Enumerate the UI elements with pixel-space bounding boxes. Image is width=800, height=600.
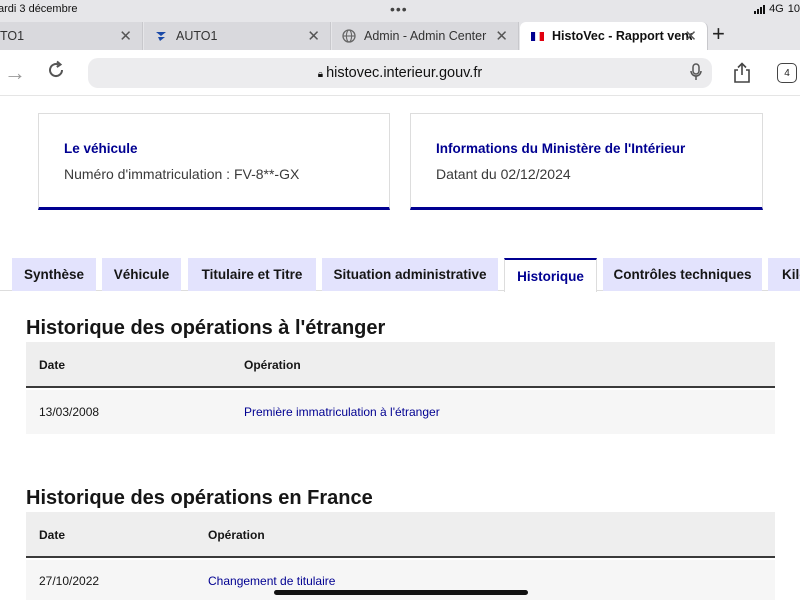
- url-text: histovec.interieur.gouv.fr: [326, 65, 483, 81]
- row-operation-link[interactable]: Changement de titulaire: [208, 574, 335, 588]
- browser-tab[interactable]: TO1 ✕: [0, 22, 143, 50]
- browser-tab-title: AUTO1: [176, 29, 218, 43]
- tab-titulaire-et-titre[interactable]: Titulaire et Titre: [188, 258, 316, 291]
- signal-icon: [754, 4, 766, 14]
- column-header-operation: Opération: [208, 528, 265, 542]
- multitasking-dots-icon[interactable]: •••: [390, 1, 408, 17]
- home-indicator[interactable]: [274, 590, 528, 595]
- tab-kilometrage[interactable]: Kilo: [768, 258, 800, 291]
- network-label: 4G: [769, 3, 784, 15]
- status-date: ardi 3 décembre: [0, 3, 78, 15]
- card-text: Datant du 02/12/2024: [436, 166, 571, 182]
- tab-controles-techniques[interactable]: Contrôles techniques: [603, 258, 762, 291]
- reload-icon[interactable]: [46, 60, 66, 86]
- column-header-date: Date: [39, 358, 66, 372]
- french-flag-icon: [530, 29, 544, 43]
- new-tab-icon[interactable]: +: [712, 21, 725, 47]
- card-title: Informations du Ministère de l'Intérieur: [436, 141, 686, 156]
- tab-situation-administrative[interactable]: Situation administrative: [322, 258, 498, 291]
- browser-tab-active[interactable]: HistoVec - Rapport vende ✕: [520, 22, 708, 50]
- card-text: Numéro d'immatriculation : FV-8**-GX: [64, 166, 300, 182]
- vehicle-card: Le véhicule Numéro d'immatriculation : F…: [38, 113, 390, 210]
- browser-tab[interactable]: Admin - Admin Center ✕: [332, 22, 519, 50]
- address-bar[interactable]: 🔒︎ histovec.interieur.gouv.fr: [88, 58, 712, 88]
- browser-toolbar: → 🔒︎ histovec.interieur.gouv.fr: [0, 50, 800, 96]
- browser-tab-strip: TO1 ✕ AUTO1 ✕ Admin - Admin Center ✕ His…: [0, 20, 800, 50]
- browser-tab-title: HistoVec - Rapport vende: [552, 29, 692, 43]
- battery-label: 10: [787, 3, 800, 15]
- row-operation-link[interactable]: Première immatriculation à l'étranger: [244, 405, 440, 419]
- column-header-operation: Opération: [244, 358, 301, 372]
- tab-overview-button[interactable]: 4: [777, 63, 797, 83]
- status-indicators: 4G 10: [754, 3, 800, 15]
- browser-tab-title: Admin - Admin Center: [364, 29, 487, 43]
- status-bar: ardi 3 décembre ••• 4G 10: [0, 0, 800, 20]
- tab-historique[interactable]: Historique: [504, 258, 597, 292]
- lock-icon: 🔒︎: [317, 69, 324, 80]
- close-icon[interactable]: ✕: [684, 27, 697, 45]
- table-row: 13/03/2008 Première immatriculation à l'…: [26, 390, 775, 434]
- auto1-logo-icon: [154, 29, 168, 43]
- forward-arrow-icon[interactable]: →: [4, 60, 26, 86]
- row-date: 13/03/2008: [39, 405, 100, 419]
- table-header: Date Opération: [26, 342, 775, 388]
- tab-vehicule[interactable]: Véhicule: [102, 258, 181, 291]
- section-title-france: Historique des opérations en France: [26, 487, 373, 509]
- report-tabs: Synthèse Véhicule Titulaire et Titre Sit…: [0, 258, 800, 292]
- table-header: Date Opération: [26, 512, 775, 558]
- column-header-date: Date: [39, 528, 66, 542]
- ministry-info-card: Informations du Ministère de l'Intérieur…: [410, 113, 763, 210]
- share-icon[interactable]: [732, 62, 752, 89]
- close-icon[interactable]: ✕: [307, 27, 320, 45]
- tab-synthese[interactable]: Synthèse: [12, 258, 96, 291]
- close-icon[interactable]: ✕: [495, 27, 508, 45]
- tab-count-label: 4: [784, 67, 790, 79]
- close-icon[interactable]: ✕: [119, 27, 132, 45]
- microphone-icon[interactable]: [690, 63, 702, 86]
- browser-tab-title: TO1: [0, 29, 25, 43]
- browser-tab[interactable]: AUTO1 ✕: [144, 22, 331, 50]
- card-title: Le véhicule: [64, 141, 138, 156]
- row-date: 27/10/2022: [39, 574, 100, 588]
- section-title-abroad: Historique des opérations à l'étranger: [26, 317, 386, 339]
- globe-icon: [342, 29, 356, 43]
